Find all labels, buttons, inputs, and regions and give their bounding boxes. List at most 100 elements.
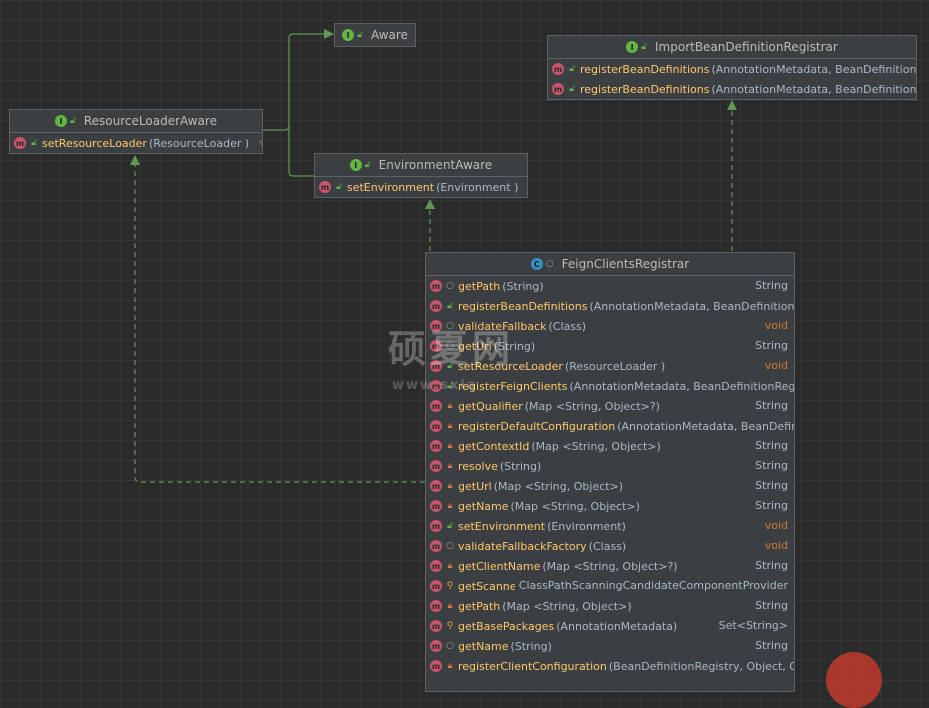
node-feign-clients-registrar-title: FeignClientsRegistrar [561,257,690,271]
public-visibility-icon: 🔓︎ [569,64,575,74]
method-return-type: ClassPathScanningCandidateComponentProvi… [514,576,788,596]
public-visibility-icon: 🔓︎ [569,84,575,94]
method-params: (AnnotationMetadata, BeanDefinitionRegis… [569,379,794,393]
method-icon: m [430,420,442,432]
method-icon: m [430,300,442,312]
method-name: getName [458,499,509,513]
public-visibility-icon: 🔓︎ [447,361,453,371]
member-row[interactable]: m 🔓︎ setEnvironment (Environment ) void [315,177,527,197]
method-return-type: String [751,396,788,416]
method-params: (Environment ) [436,180,519,194]
method-return-type: String [751,596,788,616]
member-row[interactable]: m 🔒︎ registerDefaultConfiguration (Annotati… [426,416,794,436]
method-params: (AnnotationMetadata, BeanDefinitionRegis… [711,62,916,76]
protected-visibility-icon: ⚲ [446,621,454,631]
method-params: (Map <String, Object>?) [524,399,660,413]
public-visibility-icon: 🔓︎ [31,138,37,148]
method-params: (Map <String, Object>) [493,479,624,493]
method-name: setEnvironment [347,180,435,194]
method-icon: m [430,640,442,652]
private-visibility-icon: 🔒︎ [447,401,453,411]
node-environment-aware-title: EnvironmentAware [378,158,493,172]
public-visibility-icon: 🔓︎ [357,30,363,40]
member-row[interactable]: m ○ getUrl (String) String [426,336,794,356]
interface-icon: I [349,159,362,171]
method-params: (Environment) [547,519,626,533]
member-row[interactable]: m 🔓︎ setResourceLoader (ResourceLoader ) voi… [426,356,794,376]
node-aware[interactable]: I 🔓︎ Aware [334,23,416,47]
member-row[interactable]: m 🔓︎ registerBeanDefinitions (AnnotationMet… [426,296,794,316]
method-params: (Class) [588,539,627,553]
protected-visibility-icon: ⚲ [446,581,454,591]
method-params: (AnnotationMetadata, BeanDefinitionRegis… [589,299,794,313]
node-aware-header: I 🔓︎ Aware [335,24,415,46]
method-name: getName [458,639,509,653]
node-aware-title: Aware [370,28,408,42]
member-row[interactable]: m 🔓︎ setEnvironment (Environment) void [426,516,794,536]
method-name: validateFallback [458,319,547,333]
class-icon: C [530,258,543,270]
method-return-type: void [760,316,788,336]
node-resource-loader-aware[interactable]: I 🔓︎ ResourceLoaderAware m 🔓︎ setResourc… [9,109,263,154]
member-row[interactable]: m ○ validateFallbackFactory (Class) void [426,536,794,556]
package-visibility-icon: ○ [545,259,554,269]
method-params: (Map <String, Object>) [502,599,632,613]
public-visibility-icon: 🔓︎ [70,116,76,126]
method-return-type: void [760,536,788,556]
method-return-type: String [751,636,788,656]
method-name: resolve [458,459,498,473]
corner-badge [826,652,882,708]
method-return-type: Set<String> [714,616,788,636]
method-return-type: String [751,476,788,496]
package-visibility-icon: ○ [446,641,454,651]
member-row[interactable]: m ○ validateFallback (Class) void [426,316,794,336]
method-return-type: String [751,496,788,516]
node-feign-clients-registrar[interactable]: C ○ FeignClientsRegistrar m ○ getPath (Stri… [425,252,795,692]
private-visibility-icon: 🔒︎ [447,481,453,491]
method-name: registerBeanDefinitions [580,82,710,96]
method-name: validateFallbackFactory [458,539,587,553]
member-row[interactable]: m 🔒︎ getName (Map <String, Object>) String [426,496,794,516]
member-row[interactable]: m 🔓︎ registerBeanDefinitions (Annotation… [548,59,916,79]
member-row[interactable]: m ○ getPath (String) String [426,276,794,296]
private-visibility-icon: 🔒︎ [447,601,453,611]
method-params: (ResourceLoader ) [148,136,250,150]
member-row[interactable]: m ○ getName (String) String [426,636,794,656]
member-row[interactable]: m 🔓︎ setResourceLoader (ResourceLoader )… [10,133,262,153]
node-import-bean-definition-registrar-header: I 🔓︎ ImportBeanDefinitionRegistrar [548,36,916,59]
method-name: registerDefaultConfiguration [458,419,616,433]
package-visibility-icon: ○ [446,321,454,331]
member-row[interactable]: m ⚲ getBasePackages (AnnotationMetadata) Set… [426,616,794,636]
method-name: registerClientConfiguration [458,659,607,673]
method-icon: m [430,460,442,472]
method-name: getPath [458,279,501,293]
method-name: getPath [458,599,501,613]
method-return-type: void [760,356,788,376]
private-visibility-icon: 🔒︎ [447,421,453,431]
member-row[interactable]: m 🔓︎ registerBeanDefinitions (Annotation… [548,79,916,99]
method-params: (Map <String, Object>) [531,439,661,453]
member-row[interactable]: m 🔒︎ registerClientConfiguration (BeanDefin… [426,656,794,676]
member-row[interactable]: m⚲getScanner()ClassPathScanningCandidate… [426,576,794,596]
method-params: (Map <String, Object>) [510,499,640,513]
uml-diagram-canvas: I 🔓︎ Aware I 🔓︎ ResourceLoaderAware m 🔓︎… [0,0,929,708]
interface-icon: I [342,29,355,41]
method-icon: m [319,181,331,193]
node-import-bean-definition-registrar[interactable]: I 🔓︎ ImportBeanDefinitionRegistrar m 🔓︎ … [547,35,917,100]
method-icon: m [430,440,442,452]
member-row[interactable]: m 🔒︎ getContextId (Map <String, Object>) Str… [426,436,794,456]
member-row[interactable]: m 🔒︎ getPath (Map <String, Object>) String [426,596,794,616]
node-environment-aware[interactable]: I 🔓︎ EnvironmentAware m 🔓︎ setEnvironmen… [314,153,528,198]
member-row[interactable]: m 🔒︎ getQualifier (Map <String, Object>?) St… [426,396,794,416]
node-resource-loader-aware-header: I 🔓︎ ResourceLoaderAware [10,110,262,133]
method-icon: m [430,380,442,392]
edge-resourceloaderaware-extends-aware [263,29,334,131]
interface-icon: I [55,115,68,127]
method-return-type: void [760,516,788,536]
member-row[interactable]: m 🔓︎ registerFeignClients (AnnotationMetada… [426,376,794,396]
member-row[interactable]: m 🔒︎ resolve (String) String [426,456,794,476]
member-row[interactable]: m 🔒︎ getUrl (Map <String, Object>) String [426,476,794,496]
method-icon: m [430,360,442,372]
method-icon: m [430,520,442,532]
member-row[interactable]: m 🔒︎ getClientName (Map <String, Object>?) S… [426,556,794,576]
